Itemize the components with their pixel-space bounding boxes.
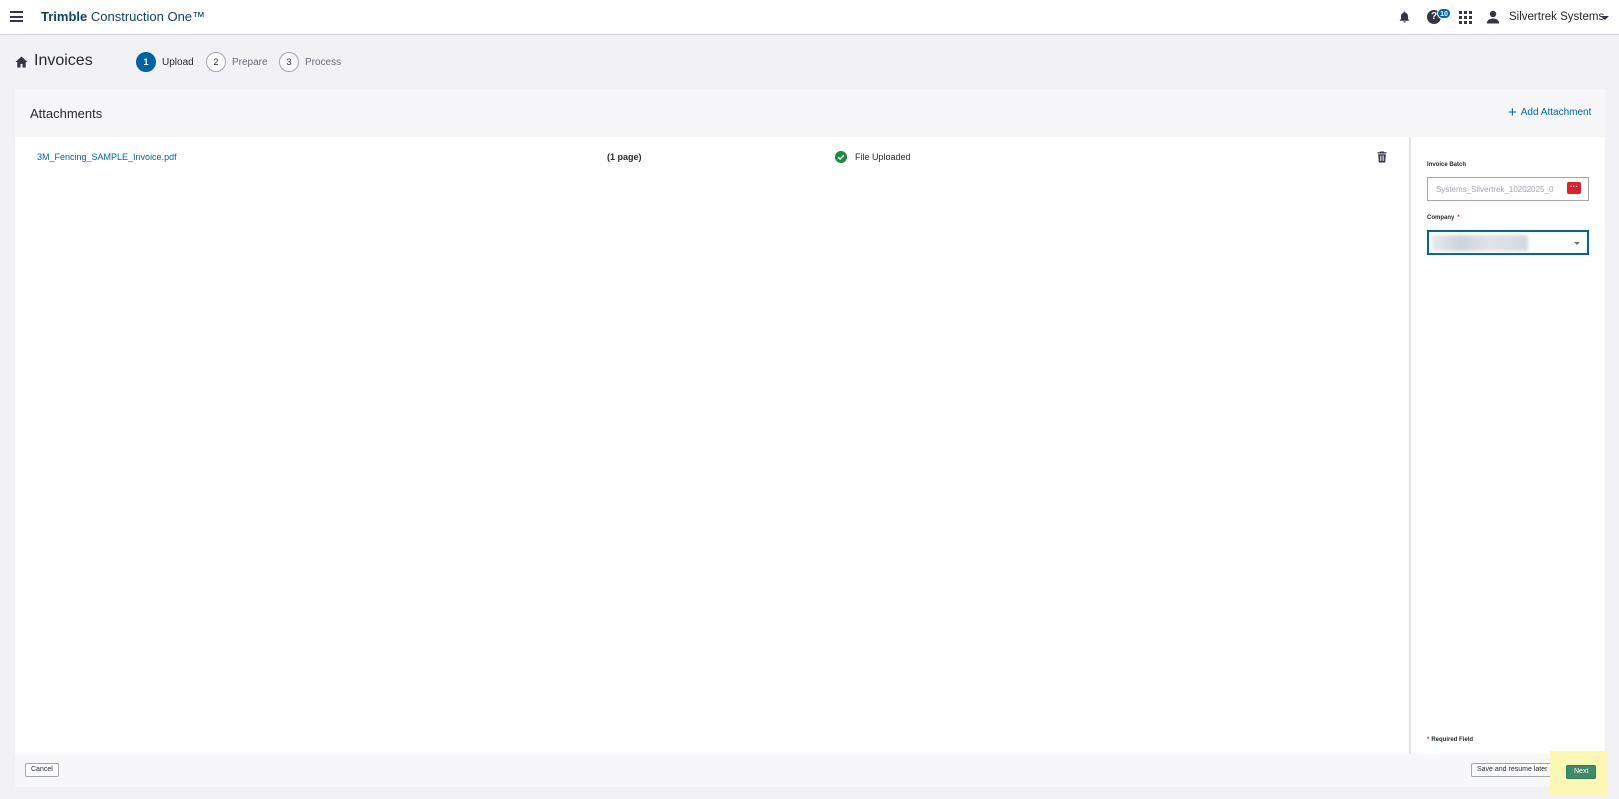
plus-icon: + (1508, 103, 1517, 121)
check-circle-icon (835, 151, 847, 163)
step-label: Process (305, 56, 342, 68)
user-name[interactable]: Silvertrek Systems (1509, 11, 1604, 23)
add-attachment-label: Add Attachment (1520, 107, 1592, 118)
more-options-icon[interactable]: ··· (1567, 182, 1581, 194)
invoice-batch-input[interactable]: Systems_Silvertrek_10202025_0 (1427, 177, 1589, 201)
attachments-title: Attachments (30, 106, 103, 121)
step-process[interactable]: 3 Process (279, 52, 341, 72)
company-label: Company (1427, 215, 1455, 221)
chevron-down-icon[interactable] (1601, 16, 1609, 20)
add-attachment-button[interactable]: + Add Attachment (1508, 103, 1592, 121)
step-label: Upload (162, 56, 194, 68)
step-number: 3 (279, 52, 299, 72)
step-label: Prepare (232, 56, 268, 68)
brand-logo[interactable]: Trimble Construction One™ (41, 9, 205, 24)
next-button[interactable]: Next (1566, 765, 1597, 779)
company-value-redacted (1432, 235, 1528, 251)
user-avatar-icon[interactable] (1486, 10, 1500, 24)
invoice-details-panel: Invoice Batch Systems_Silvertrek_1020202… (1409, 137, 1605, 754)
step-number: 2 (206, 52, 226, 72)
card-header: Attachments + Add Attachment (15, 89, 1605, 137)
step-prepare[interactable]: 2 Prepare (206, 52, 268, 72)
top-bar: Trimble Construction One™ ? 10 Silvertre… (0, 0, 1619, 35)
apps-grid-icon[interactable] (1459, 11, 1472, 24)
invoice-batch-label: Invoice Batch (1427, 162, 1467, 168)
file-status: File Uploaded (855, 152, 911, 162)
help-count-badge: 10 (1437, 8, 1451, 19)
menu-icon[interactable] (10, 11, 23, 22)
required-asterisk: * (1457, 215, 1460, 221)
cancel-button[interactable]: Cancel (25, 763, 59, 777)
required-field-note: * Required Field (1427, 737, 1474, 743)
home-icon[interactable] (15, 56, 28, 68)
card-footer: Cancel Save and resume later (15, 754, 1605, 787)
trash-icon[interactable] (1377, 151, 1387, 163)
company-select[interactable] (1427, 230, 1589, 255)
page-title: Invoices (34, 52, 93, 69)
chevron-down-icon (1574, 242, 1580, 245)
save-resume-later-button[interactable]: Save and resume later (1471, 763, 1554, 777)
file-link[interactable]: 3M_Fencing_SAMPLE_Invoice.pdf (37, 152, 177, 162)
step-number: 1 (136, 52, 156, 72)
file-page-count: (1 page) (607, 152, 642, 162)
step-upload[interactable]: 1 Upload (136, 52, 194, 72)
notification-bell-icon[interactable] (1399, 11, 1410, 23)
company-label-row: Company * (1427, 215, 1460, 221)
attachments-card: Attachments + Add Attachment 3M_Fencing_… (15, 89, 1605, 787)
